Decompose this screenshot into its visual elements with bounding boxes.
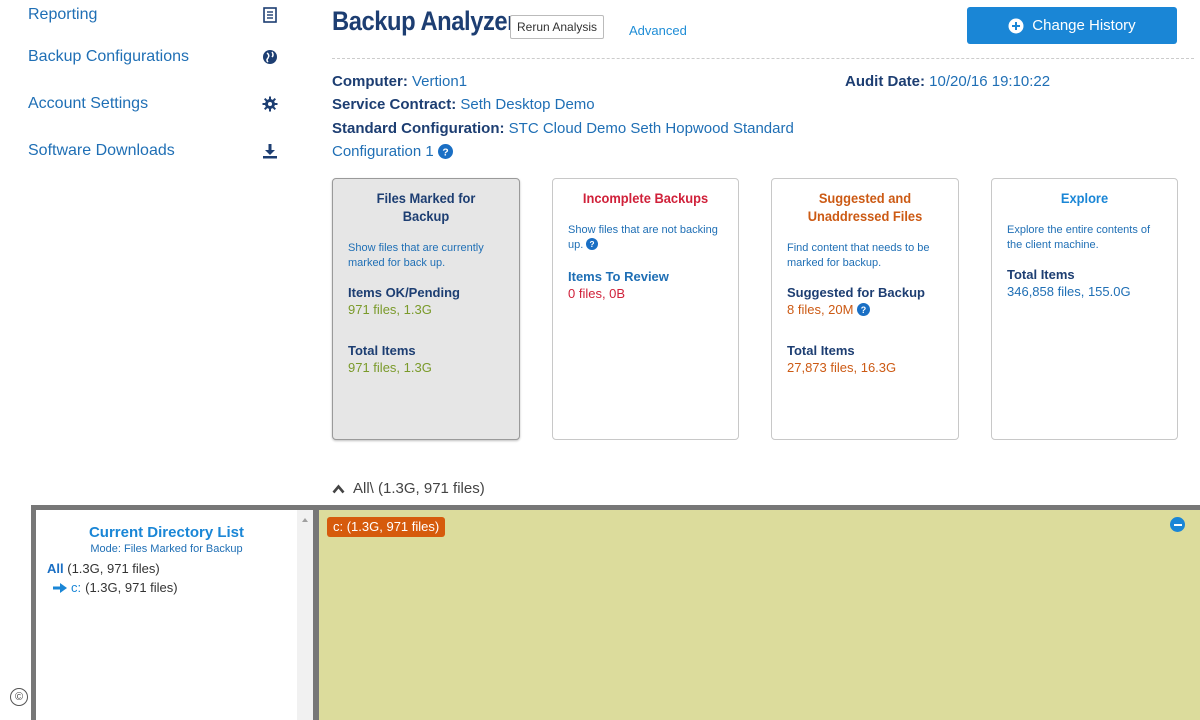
directory-item-label[interactable]: c: [71, 580, 81, 595]
computer-value: Vertion1 [412, 73, 468, 90]
audit-date-label: Audit Date: [845, 73, 925, 90]
svg-text:?: ? [442, 147, 448, 158]
download-icon [262, 143, 278, 159]
card-stat-value: 971 files, 1.3G [348, 360, 432, 375]
card-description: Explore the entire contents of the clien… [1007, 224, 1151, 251]
card-incomplete-backups[interactable]: Incomplete Backups Show files that are n… [552, 178, 739, 440]
breadcrumb-path[interactable]: All\ (1.3G, 971 files) [353, 480, 485, 497]
sidebar-item-label: Software Downloads [28, 142, 175, 159]
card-title: Suggested and Unaddressed Files [807, 190, 923, 224]
standard-configuration-info: Standard Configuration: STC Cloud Demo S… [332, 120, 794, 137]
sidebar-item-backup-configurations[interactable]: Backup Configurations [28, 42, 278, 72]
sidebar-item-label: Backup Configurations [28, 48, 189, 65]
report-icon [262, 7, 278, 23]
audit-date-info: Audit Date: 10/20/16 19:10:22 [845, 73, 1050, 90]
card-stat-value: 8 files, 20M [787, 302, 854, 317]
card-stat-label: Suggested for Backup [787, 285, 925, 300]
computer-label: Computer: [332, 73, 408, 90]
card-stat-label: Total Items [787, 343, 855, 358]
copyright-icon: © [10, 688, 28, 706]
audit-date-value: 10/20/16 19:10:22 [929, 73, 1051, 90]
service-contract-value: Seth Desktop Demo [460, 96, 595, 113]
directory-item-value: (1.3G, 971 files) [67, 561, 160, 576]
change-history-button[interactable]: Change History [967, 7, 1177, 44]
sidebar-item-label: Reporting [28, 6, 98, 23]
directory-panel: Current Directory List Mode: Files Marke… [36, 510, 297, 720]
globe-icon [262, 49, 278, 65]
card-title: Incomplete Backups [582, 190, 709, 206]
directory-scrollbar[interactable] [297, 510, 313, 720]
directory-mode: Mode: Files Marked for Backup [90, 543, 243, 555]
card-description: Show files that are not backing up. ? [568, 223, 723, 255]
card-description: Show files that are currently marked for… [348, 242, 484, 269]
card-stat-value: 346,858 files, 155.0G [1007, 284, 1131, 299]
gear-icon [262, 96, 278, 112]
rerun-analysis-button[interactable]: Rerun Analysis [510, 15, 605, 39]
computer-info: Computer: Vertion1 [332, 73, 467, 90]
collapse-icon[interactable] [1170, 517, 1185, 532]
chevron-up-icon[interactable] [332, 483, 345, 494]
standard-configuration-info-line2: Configuration 1 ? [332, 143, 453, 160]
plus-circle-icon [1008, 18, 1024, 34]
help-icon[interactable]: ? [586, 238, 599, 255]
help-icon[interactable]: ? [437, 144, 453, 159]
card-stat-value-row: 8 files, 20M ? [787, 302, 943, 317]
directory-panel-title: Current Directory List [88, 524, 245, 541]
change-history-label: Change History [1032, 17, 1136, 34]
breadcrumb[interactable]: All\ (1.3G, 971 files) [332, 480, 485, 497]
card-title: Files Marked for Backup [376, 190, 476, 224]
service-contract-label: Service Contract: [332, 96, 457, 113]
standard-configuration-value: STC Cloud Demo Seth Hopwood Standard [508, 120, 794, 137]
card-title: Explore [1060, 190, 1109, 206]
standard-configuration-value-cont: Configuration 1 [332, 143, 434, 160]
card-stat-label: Items OK/Pending [348, 285, 460, 300]
svg-text:?: ? [590, 240, 595, 249]
card-stat-value: 971 files, 1.3G [348, 302, 432, 317]
card-explore[interactable]: Explore Explore the entire contents of t… [991, 178, 1178, 440]
header-divider [332, 58, 1194, 59]
svg-text:?: ? [861, 305, 866, 315]
treemap-area[interactable] [319, 510, 1200, 720]
sidebar-item-account-settings[interactable]: Account Settings [28, 89, 278, 119]
treemap-node-label[interactable]: c: (1.3G, 971 files) [327, 517, 446, 537]
card-stat-label: Total Items [1007, 267, 1075, 282]
scroll-up-icon[interactable] [297, 514, 313, 526]
directory-item-value: (1.3G, 971 files) [85, 580, 178, 595]
sidebar-item-software-downloads[interactable]: Software Downloads [28, 136, 278, 166]
sidebar-item-label: Account Settings [28, 95, 149, 112]
card-description: Find content that needs to be marked for… [787, 242, 930, 269]
arrow-right-icon [53, 582, 67, 593]
card-stat-label: Items To Review [568, 269, 669, 284]
directory-item-all[interactable]: All (1.3G, 971 files) [47, 561, 297, 576]
card-stat-value: 0 files, 0B [568, 286, 626, 301]
card-files-marked-for-backup[interactable]: Files Marked for Backup Show files that … [332, 178, 520, 440]
directory-item-label[interactable]: All [47, 561, 64, 576]
sidebar-item-reporting[interactable]: Reporting [28, 0, 278, 30]
standard-configuration-label: Standard Configuration: [332, 120, 505, 137]
directory-item-c[interactable]: c: (1.3G, 971 files) [53, 580, 297, 595]
card-suggested-and-unaddressed-files[interactable]: Suggested and Unaddressed Files Find con… [771, 178, 959, 440]
help-icon[interactable]: ? [857, 303, 871, 316]
page-title: Backup Analyzer [332, 6, 517, 36]
advanced-link[interactable]: Advanced [629, 23, 687, 38]
card-stat-value: 27,873 files, 16.3G [787, 360, 897, 375]
service-contract-info: Service Contract: Seth Desktop Demo [332, 96, 595, 113]
card-stat-label: Total Items [348, 343, 416, 358]
